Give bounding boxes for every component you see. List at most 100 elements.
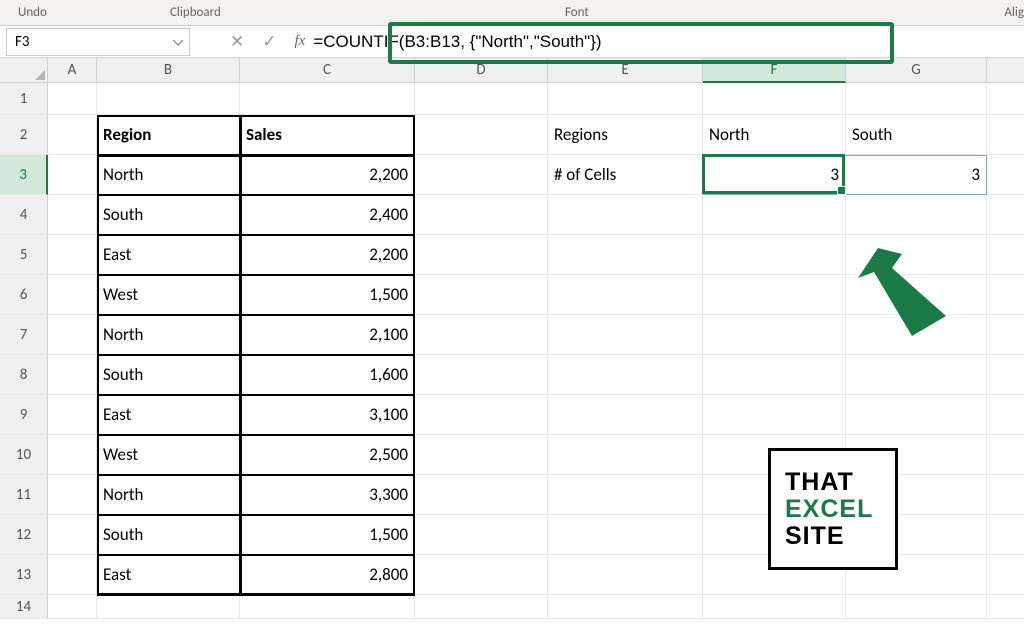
cell-B1[interactable] xyxy=(97,83,240,115)
cell-C1[interactable] xyxy=(240,83,415,115)
cell-G9[interactable] xyxy=(846,395,987,435)
row-header-8[interactable]: 8 xyxy=(0,355,48,395)
cell-A5[interactable] xyxy=(48,235,97,275)
col-header-A[interactable]: A xyxy=(48,58,97,83)
cell-E11[interactable] xyxy=(548,475,703,515)
cell-E1[interactable] xyxy=(548,83,703,115)
table-cell-sales-13[interactable]: 2,800 xyxy=(240,555,415,595)
cell-D10[interactable] xyxy=(415,435,548,475)
cell-D12[interactable] xyxy=(415,515,548,555)
cell-A12[interactable] xyxy=(48,515,97,555)
col-header-F[interactable]: F xyxy=(703,58,846,83)
cell-H10[interactable] xyxy=(987,435,1024,475)
cell-D4[interactable] xyxy=(415,195,548,235)
table-cell-sales-11[interactable]: 3,300 xyxy=(240,475,415,515)
table-cell-sales-8[interactable]: 1,600 xyxy=(240,355,415,395)
cell-A7[interactable] xyxy=(48,315,97,355)
table-cell-sales-7[interactable]: 2,100 xyxy=(240,315,415,355)
cell-A14[interactable] xyxy=(48,595,97,619)
table-cell-region-4[interactable]: South xyxy=(97,195,240,235)
cell-H13[interactable] xyxy=(987,555,1024,595)
results-header-south[interactable]: South xyxy=(846,115,987,155)
cell-E6[interactable] xyxy=(548,275,703,315)
cell-F8[interactable] xyxy=(703,355,846,395)
cell-H6[interactable] xyxy=(987,275,1024,315)
table-cell-region-6[interactable]: West xyxy=(97,275,240,315)
cell-A6[interactable] xyxy=(48,275,97,315)
cell-A11[interactable] xyxy=(48,475,97,515)
table-header-region[interactable]: Region xyxy=(97,115,240,155)
cell-F6[interactable] xyxy=(703,275,846,315)
label-regions[interactable]: Regions xyxy=(548,115,703,155)
cell-D9[interactable] xyxy=(415,395,548,435)
cell-D8[interactable] xyxy=(415,355,548,395)
cell-H4[interactable] xyxy=(987,195,1024,235)
cell-F1[interactable] xyxy=(703,83,846,115)
cell-G8[interactable] xyxy=(846,355,987,395)
table-cell-region-7[interactable]: North xyxy=(97,315,240,355)
cell-H14[interactable] xyxy=(987,595,1024,619)
cell-B14[interactable] xyxy=(97,595,240,619)
row-header-11[interactable]: 11 xyxy=(0,475,48,515)
cell-A9[interactable] xyxy=(48,395,97,435)
cell-A2[interactable] xyxy=(48,115,97,155)
row-header-14[interactable]: 14 xyxy=(0,595,48,619)
cell-G4[interactable] xyxy=(846,195,987,235)
cell-F5[interactable] xyxy=(703,235,846,275)
table-cell-region-11[interactable]: North xyxy=(97,475,240,515)
table-cell-region-3[interactable]: North xyxy=(97,155,240,195)
table-cell-sales-5[interactable]: 2,200 xyxy=(240,235,415,275)
col-header-C[interactable]: C xyxy=(240,58,415,83)
col-header-G[interactable]: G xyxy=(846,58,987,83)
cell-D1[interactable] xyxy=(415,83,548,115)
cell-F14[interactable] xyxy=(703,595,846,619)
cell-H7[interactable] xyxy=(987,315,1024,355)
col-header-H[interactable]: H xyxy=(987,58,1024,83)
cell-H8[interactable] xyxy=(987,355,1024,395)
cell-E12[interactable] xyxy=(548,515,703,555)
col-header-B[interactable]: B xyxy=(97,58,240,83)
table-cell-region-5[interactable]: East xyxy=(97,235,240,275)
cell-D14[interactable] xyxy=(415,595,548,619)
cell-A8[interactable] xyxy=(48,355,97,395)
cell-G1[interactable] xyxy=(846,83,987,115)
cell-E7[interactable] xyxy=(548,315,703,355)
cell-E14[interactable] xyxy=(548,595,703,619)
row-header-10[interactable]: 10 xyxy=(0,435,48,475)
cell-E10[interactable] xyxy=(548,435,703,475)
cell-F7[interactable] xyxy=(703,315,846,355)
table-cell-region-9[interactable]: East xyxy=(97,395,240,435)
cell-A13[interactable] xyxy=(48,555,97,595)
table-cell-region-13[interactable]: East xyxy=(97,555,240,595)
table-cell-region-12[interactable]: South xyxy=(97,515,240,555)
cell-E13[interactable] xyxy=(548,555,703,595)
cell-D6[interactable] xyxy=(415,275,548,315)
col-header-D[interactable]: D xyxy=(415,58,548,83)
row-header-5[interactable]: 5 xyxy=(0,235,48,275)
cell-D13[interactable] xyxy=(415,555,548,595)
row-header-13[interactable]: 13 xyxy=(0,555,48,595)
row-header-1[interactable]: 1 xyxy=(0,83,48,115)
cell-H11[interactable] xyxy=(987,475,1024,515)
cell-D3[interactable] xyxy=(415,155,548,195)
cell-E4[interactable] xyxy=(548,195,703,235)
cell-H1[interactable] xyxy=(987,83,1024,115)
cell-A3[interactable] xyxy=(48,155,97,195)
table-cell-sales-6[interactable]: 1,500 xyxy=(240,275,415,315)
row-header-7[interactable]: 7 xyxy=(0,315,48,355)
cell-E9[interactable] xyxy=(548,395,703,435)
table-cell-sales-9[interactable]: 3,100 xyxy=(240,395,415,435)
cell-E8[interactable] xyxy=(548,355,703,395)
cell-H2[interactable] xyxy=(987,115,1024,155)
cell-A10[interactable] xyxy=(48,435,97,475)
table-cell-sales-12[interactable]: 1,500 xyxy=(240,515,415,555)
cell-H9[interactable] xyxy=(987,395,1024,435)
row-header-2[interactable]: 2 xyxy=(0,115,48,155)
row-header-12[interactable]: 12 xyxy=(0,515,48,555)
formula-bar-input[interactable] xyxy=(305,28,1024,56)
cell-H12[interactable] xyxy=(987,515,1024,555)
fx-icon[interactable]: fx xyxy=(295,33,306,50)
cell-D5[interactable] xyxy=(415,235,548,275)
row-header-4[interactable]: 4 xyxy=(0,195,48,235)
row-header-9[interactable]: 9 xyxy=(0,395,48,435)
